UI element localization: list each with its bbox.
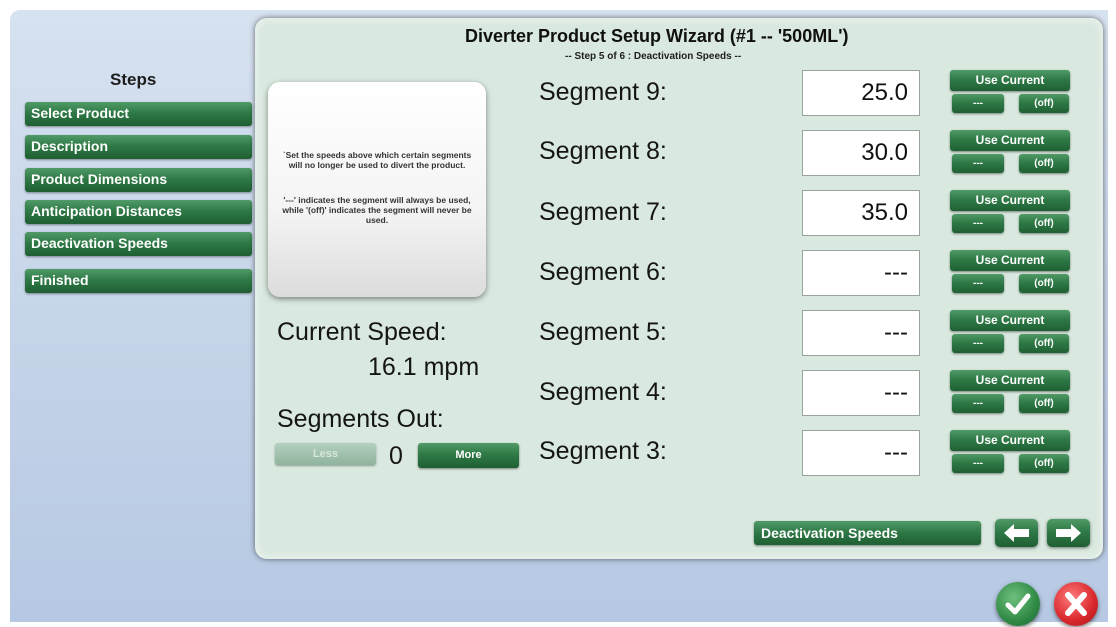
steps-title: Steps [110, 70, 157, 89]
segment-7-label: Segment 7: [539, 198, 667, 226]
current-step-label: Deactivation Speeds [754, 521, 981, 545]
segment-3-dash-button[interactable]: --- [952, 454, 1004, 473]
segments-out-label: Segments Out: [277, 405, 444, 433]
step-product-dimensions[interactable]: Product Dimensions [25, 168, 252, 192]
segment-5-label: Segment 5: [539, 318, 667, 346]
segment-6-dash-button[interactable]: --- [952, 274, 1004, 293]
segment-9-use-current-button[interactable]: Use Current [950, 70, 1070, 91]
segment-4-off-button[interactable]: (off) [1019, 394, 1069, 413]
segment-6-field[interactable]: --- [802, 250, 920, 296]
segment-8-field[interactable]: 30.0 [802, 130, 920, 176]
segment-3-label: Segment 3: [539, 437, 667, 465]
segment-5-field[interactable]: --- [802, 310, 920, 356]
segment-4-label: Segment 4: [539, 378, 667, 406]
segment-9-field[interactable]: 25.0 [802, 70, 920, 116]
wizard-title: Diverter Product Setup Wizard (#1 -- '50… [465, 26, 849, 46]
segment-9-label: Segment 9: [539, 78, 667, 106]
segment-4-dash-button[interactable]: --- [952, 394, 1004, 413]
segment-6-label: Segment 6: [539, 258, 667, 286]
right-arrow-icon [1056, 524, 1081, 542]
step-description[interactable]: Description [25, 135, 252, 159]
segment-6-use-current-button[interactable]: Use Current [950, 250, 1070, 271]
cancel-button[interactable] [1054, 582, 1098, 626]
left-arrow-icon [1004, 524, 1029, 542]
segment-8-label: Segment 8: [539, 137, 667, 165]
info-text-legend: '---' indicates the segment will always … [282, 195, 472, 225]
step-select-product[interactable]: Select Product [25, 102, 252, 126]
segment-3-off-button[interactable]: (off) [1019, 454, 1069, 473]
checkmark-icon [1005, 593, 1031, 615]
current-speed-label: Current Speed: [277, 318, 447, 346]
segment-5-dash-button[interactable]: --- [952, 334, 1004, 353]
segments-out-value: 0 [389, 442, 403, 470]
segment-3-use-current-button[interactable]: Use Current [950, 430, 1070, 451]
next-button[interactable] [1047, 519, 1090, 547]
ok-button[interactable] [996, 582, 1040, 626]
segment-9-off-button[interactable]: (off) [1019, 94, 1069, 113]
segment-5-off-button[interactable]: (off) [1019, 334, 1069, 353]
segment-8-dash-button[interactable]: --- [952, 154, 1004, 173]
step-anticipation-distances[interactable]: Anticipation Distances [25, 200, 252, 224]
segment-6-off-button[interactable]: (off) [1019, 274, 1069, 293]
step-finished[interactable]: Finished [25, 269, 252, 293]
prev-button[interactable] [995, 519, 1038, 547]
segment-8-use-current-button[interactable]: Use Current [950, 130, 1070, 151]
segment-3-field[interactable]: --- [802, 430, 920, 476]
segment-4-field[interactable]: --- [802, 370, 920, 416]
x-icon [1065, 592, 1087, 616]
step-deactivation-speeds[interactable]: Deactivation Speeds [25, 232, 252, 256]
segment-7-dash-button[interactable]: --- [952, 214, 1004, 233]
segment-8-off-button[interactable]: (off) [1019, 154, 1069, 173]
less-button[interactable]: Less [275, 443, 376, 465]
segment-7-use-current-button[interactable]: Use Current [950, 190, 1070, 211]
segment-5-use-current-button[interactable]: Use Current [950, 310, 1070, 331]
info-box: `Set the speeds above which certain segm… [268, 82, 486, 297]
segment-9-dash-button[interactable]: --- [952, 94, 1004, 113]
segment-7-off-button[interactable]: (off) [1019, 214, 1069, 233]
more-button[interactable]: More [418, 443, 519, 468]
info-text-instructions: `Set the speeds above which certain segm… [282, 150, 472, 170]
segment-4-use-current-button[interactable]: Use Current [950, 370, 1070, 391]
segment-7-field[interactable]: 35.0 [802, 190, 920, 236]
current-speed-value: 16.1 mpm [368, 353, 480, 381]
wizard-subtitle: -- Step 5 of 6 : Deactivation Speeds -- [565, 51, 742, 62]
